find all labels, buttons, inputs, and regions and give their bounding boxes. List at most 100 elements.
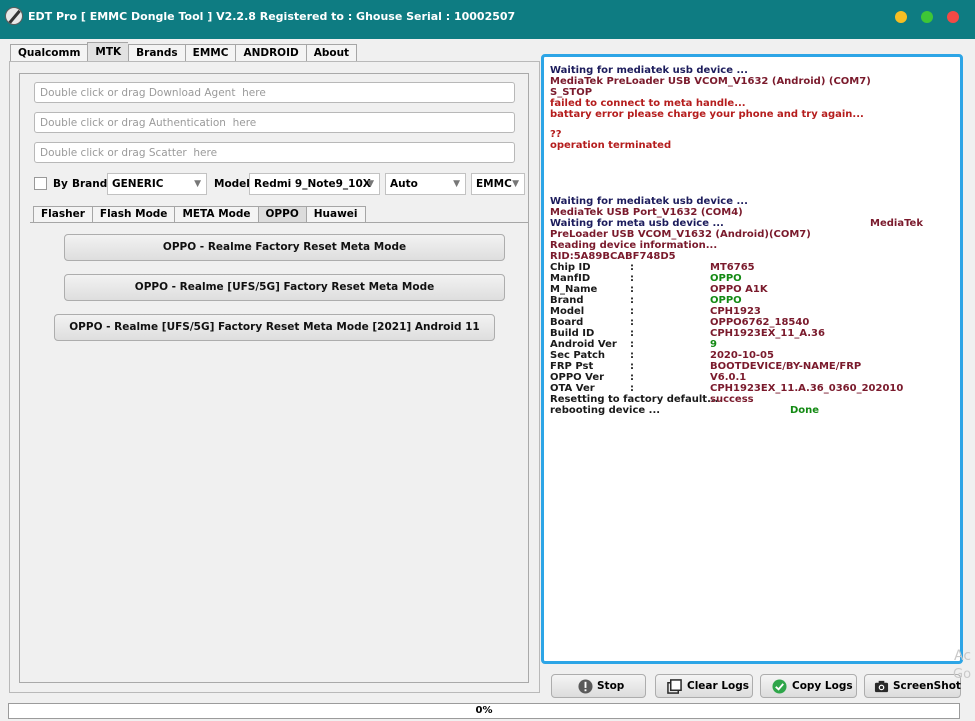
tab-flash-mode[interactable]: Flash Mode [91, 206, 175, 223]
progress-label: 0% [475, 705, 493, 716]
mtk-inner-frame [19, 73, 529, 683]
by-label: By [53, 178, 68, 190]
info-key: M_Name [550, 284, 598, 295]
minimize-button[interactable] [895, 11, 907, 23]
info-value: V6.0.1 [710, 372, 747, 383]
stop-label: Stop [597, 680, 625, 692]
tab-android[interactable]: ANDROID [235, 44, 306, 62]
app-logo-icon [5, 7, 23, 25]
window-title: EDT Pro [ EMMC Dongle Tool ] V2.2.8 Regi… [28, 10, 516, 23]
log-line: failed to connect to meta handle... [550, 98, 746, 109]
info-separator: : [630, 262, 634, 273]
log-line: MediaTek PreLoader USB VCOM_V1632 (Andro… [550, 76, 871, 87]
oppo-realme-ufs-factory-reset-button[interactable]: OPPO - Realme [UFS/5G] Factory Reset Met… [64, 274, 505, 301]
log-line: Reading device information... [550, 240, 718, 251]
model-select[interactable]: Redmi 9_Note9_10X ▼ [249, 173, 380, 195]
info-key: Chip ID [550, 262, 591, 273]
info-key: Android Ver [550, 339, 617, 350]
info-key: OPPO Ver [550, 372, 605, 383]
tab-mtk[interactable]: MTK [87, 42, 129, 62]
tab-huawei[interactable]: Huawei [305, 206, 366, 223]
log-line: Waiting for meta usb device ... [550, 218, 724, 229]
clear-icon [667, 679, 682, 694]
info-value: 2020-10-05 [710, 350, 774, 361]
model-label: Model [214, 178, 250, 190]
info-separator: : [630, 295, 634, 306]
camera-icon [874, 680, 889, 693]
oppo-realme-factory-reset-button[interactable]: OPPO - Realme Factory Reset Meta Mode [64, 234, 505, 261]
info-key: FRP Pst [550, 361, 594, 372]
storage-select[interactable]: EMMC ▼ [471, 173, 525, 195]
screenshot-button[interactable]: ScreenShot [864, 674, 961, 698]
by-brand-checkbox[interactable] [34, 177, 47, 190]
authentication-field[interactable] [34, 112, 515, 133]
warning-icon [578, 679, 593, 694]
log-panel: Waiting for mediatek usb device ... Medi… [541, 54, 963, 664]
info-key: Build ID [550, 328, 595, 339]
info-value: MT6765 [710, 262, 755, 273]
title-bar: EDT Pro [ EMMC Dongle Tool ] V2.2.8 Regi… [0, 0, 975, 33]
info-key: Model [550, 306, 585, 317]
stop-button[interactable]: Stop [551, 674, 646, 698]
info-value: BOOTDEVICE/BY-NAME/FRP [710, 361, 862, 372]
watermark-text: Go [953, 667, 972, 682]
tab-flasher[interactable]: Flasher [33, 206, 92, 223]
log-line: RID:5A89BCABF748D5 [550, 251, 676, 262]
log-line: Waiting for mediatek usb device ... [550, 65, 748, 76]
info-separator: : [630, 339, 634, 350]
tab-oppo[interactable]: OPPO [257, 206, 306, 223]
scatter-field[interactable] [34, 142, 515, 163]
tab-qualcomm[interactable]: Qualcomm [10, 44, 88, 62]
screenshot-label: ScreenShot [893, 680, 961, 692]
brand-select[interactable]: GENERIC ▼ [107, 173, 207, 195]
log-line: PreLoader USB VCOM_V1632 (Android)(COM7) [550, 229, 811, 240]
info-separator: : [630, 317, 634, 328]
brand-select-value: GENERIC [112, 178, 164, 190]
info-separator: : [630, 372, 634, 383]
tab-meta-mode[interactable]: META Mode [174, 206, 258, 223]
maximize-button[interactable] [921, 11, 933, 23]
copy-logs-button[interactable]: Copy Logs [760, 674, 857, 698]
info-key: OTA Ver [550, 383, 595, 394]
log-line: operation terminated [550, 140, 672, 151]
info-value: CPH1923 [710, 306, 761, 317]
tab-about[interactable]: About [305, 44, 358, 62]
oppo-realme-ufs-2021-factory-reset-button[interactable]: OPPO - Realme [UFS/5G] Factory Reset Met… [54, 314, 495, 341]
info-separator: : [630, 284, 634, 295]
close-button[interactable] [947, 11, 959, 23]
options-row: By Brand GENERIC ▼ Model Redmi 9_Note9_1… [34, 173, 526, 195]
copy-logs-label: Copy Logs [792, 680, 853, 692]
reset-status: success [710, 394, 754, 405]
brand-label: Brand [72, 178, 108, 190]
chevron-down-icon: ▼ [453, 179, 460, 189]
log-line: S_STOP [550, 87, 593, 98]
reset-log-line: Resetting to factory default... [550, 394, 719, 405]
check-icon [772, 679, 787, 694]
model-select-value: Redmi 9_Note9_10X [254, 178, 371, 190]
info-value: OPPO6762_18540 [710, 317, 810, 328]
info-key: Board [550, 317, 584, 328]
log-line-extra: MediaTek [870, 218, 923, 229]
clear-logs-button[interactable]: Clear Logs [655, 674, 753, 698]
info-value: CPH1923EX_11_A.36 [710, 328, 825, 339]
tab-emmc[interactable]: EMMC [184, 44, 236, 62]
info-value: OPPO [710, 295, 742, 306]
log-line: Waiting for mediatek usb device ... [550, 196, 748, 207]
reboot-log-line: rebooting device ... [550, 405, 661, 416]
info-separator: : [630, 361, 634, 372]
tab-brands[interactable]: Brands [128, 44, 185, 62]
reboot-status: Done [790, 405, 820, 416]
storage-select-value: EMMC [476, 178, 512, 190]
mode-select[interactable]: Auto ▼ [385, 173, 466, 195]
chevron-down-icon: ▼ [367, 179, 374, 189]
sub-tab-strip: Flasher Flash Mode META Mode OPPO Huawei [33, 206, 366, 223]
progress-bar: 0% [8, 703, 960, 719]
info-separator: : [630, 306, 634, 317]
log-line: ?? [550, 129, 562, 140]
info-key: ManfID [550, 273, 591, 284]
chevron-down-icon: ▼ [512, 179, 519, 189]
clear-logs-label: Clear Logs [687, 680, 750, 692]
sub-tab-divider [30, 222, 528, 223]
download-agent-field[interactable] [34, 82, 515, 103]
log-line: battary error please charge your phone a… [550, 109, 864, 120]
